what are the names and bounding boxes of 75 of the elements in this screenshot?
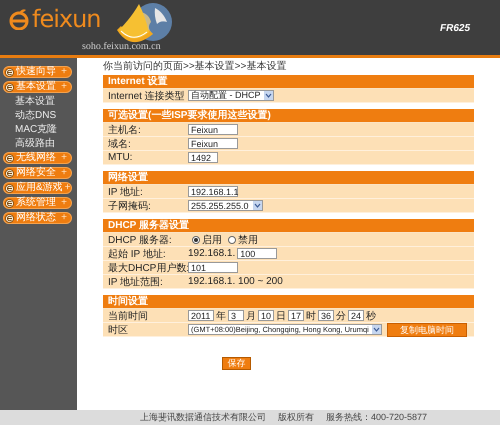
bullet-icon (5, 154, 14, 162)
text-field[interactable]: 1492 (188, 152, 218, 163)
submenu-item[interactable]: 基本设置 (15, 96, 77, 107)
text-field[interactable]: 192.168.1.1 (188, 186, 238, 197)
field-label: IP 地址: (107, 186, 144, 198)
time-field[interactable]: 17 (288, 310, 304, 321)
dropdown-value: 自动配置 - DHCP (191, 89, 260, 102)
bullet-icon (5, 168, 14, 178)
footer-text: 服务热线：400-720-5877 (326, 411, 428, 424)
text-field[interactable]: Feixun (188, 124, 238, 135)
field-label: 子网掩码: (107, 200, 152, 212)
section-header: 可选设置(一些ISP要求使用这些设置) (103, 109, 474, 123)
breadcrumb: 你当前访问的页面>>基本设置>>基本设置 (103, 61, 288, 73)
time-unit-label: 日 (276, 310, 286, 322)
time-unit-label: 月 (246, 310, 256, 322)
field-label: 主机名: (107, 124, 142, 136)
submenu-item[interactable]: 动态DNS (15, 110, 77, 121)
submenu-item[interactable]: MAC克隆 (15, 124, 77, 135)
field-label: DHCP 服务器: (107, 234, 173, 246)
time-unit-label: 年 (216, 310, 226, 322)
section-header: 网络设置 (103, 171, 474, 185)
field-label: IP 地址范围: (107, 276, 164, 288)
model-name: FR625 (440, 23, 470, 34)
bullet-icon (5, 214, 14, 222)
radio-label: 启用 (202, 234, 222, 246)
time-field[interactable]: 24 (348, 310, 364, 321)
field-label: 域名: (107, 138, 132, 150)
time-field[interactable]: 3 (228, 310, 244, 321)
section-header: Internet 设置 (103, 75, 474, 89)
submenu-item[interactable]: 高级路由 (15, 138, 77, 149)
time-unit-label: 分 (336, 310, 346, 322)
bullet-icon (5, 68, 14, 76)
brand-logo-text: feixun (32, 6, 101, 32)
footer-text: 上海斐讯数据通信技术有限公司 (140, 411, 266, 424)
time-field[interactable]: 2011 (188, 310, 214, 321)
time-unit-label: 秒 (366, 310, 376, 322)
menu-item-label: 应用&游戏 (16, 183, 63, 193)
time-field[interactable]: 36 (318, 310, 334, 321)
footer-text: 版权所有 (278, 411, 314, 424)
menu-item-label: 网络状态 (16, 213, 57, 223)
radio-button[interactable] (228, 236, 236, 244)
field-label: MTU: (107, 152, 134, 163)
text-field[interactable]: Feixun (188, 138, 238, 149)
text-field[interactable]: 100 (237, 248, 278, 259)
radio-label: 禁用 (238, 234, 258, 246)
menu-item-label: 快速向导 (16, 67, 57, 77)
menu-item-label: 网络安全 (16, 168, 57, 178)
field-label: 当前时间 (107, 310, 149, 322)
section-header: DHCP 服务器设置 (103, 219, 474, 233)
menu-item-label: 基本设置 (16, 82, 57, 92)
dropdown-arrow-icon (372, 325, 381, 334)
dropdown[interactable]: 255.255.255.0 (188, 200, 263, 211)
logo-icon (10, 9, 28, 30)
field-value: 192.168.1. 100 ~ 200 (188, 276, 283, 287)
radio-button[interactable] (192, 236, 200, 244)
bullet-icon (5, 184, 14, 192)
field-label: 时区 (107, 324, 129, 336)
website-url: soho.feixun.com.cn (82, 41, 161, 52)
dropdown-arrow-icon (264, 91, 272, 100)
field-label: 最大DHCP用户数: (107, 262, 188, 274)
text-field[interactable]: 101 (188, 262, 238, 273)
menu-item-label: 系统管理 (16, 198, 57, 208)
menu-item-label: 无线网络 (16, 153, 57, 163)
bullet-icon (5, 198, 14, 208)
fruit-globe-drawing (116, 3, 172, 42)
time-unit-label: 时 (306, 310, 316, 322)
field-label: 起始 IP 地址: (107, 248, 167, 260)
dropdown[interactable]: 自动配置 - DHCP (188, 90, 274, 101)
dropdown-arrow-icon (253, 201, 262, 210)
dropdown-value: 255.255.255.0 (191, 200, 249, 210)
field-label: Internet 连接类型 (107, 90, 186, 102)
bullet-icon (5, 82, 14, 92)
ip-prefix: 192.168.1. (188, 248, 236, 259)
section-header: 时间设置 (103, 295, 474, 309)
time-field[interactable]: 10 (258, 310, 274, 321)
